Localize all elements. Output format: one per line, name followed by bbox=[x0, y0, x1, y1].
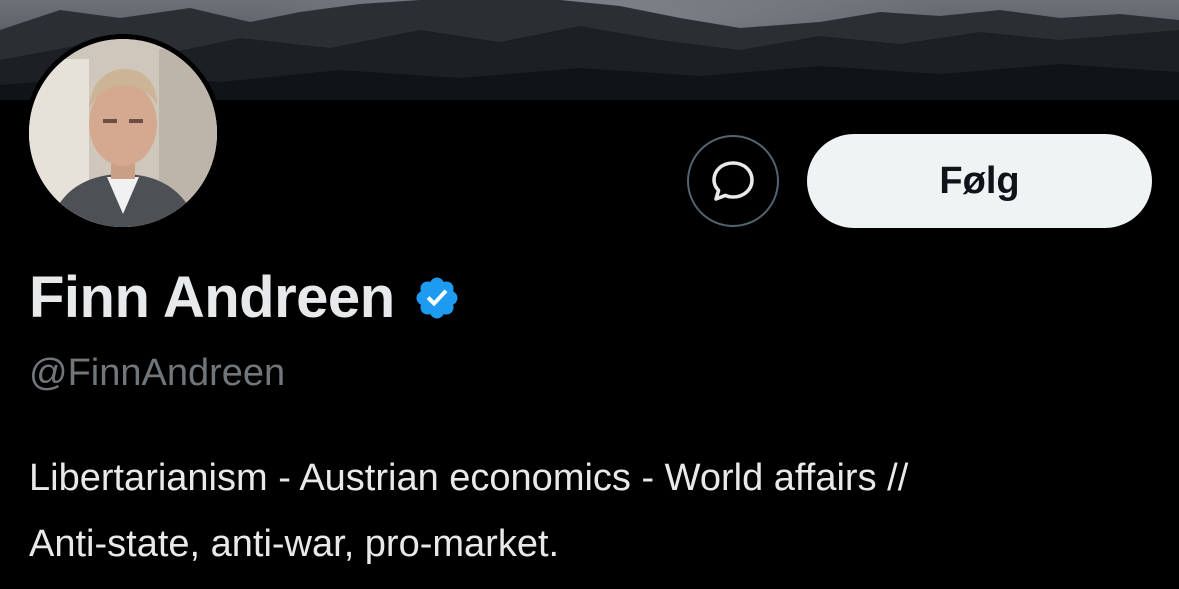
profile-handle: @FinnAndreen bbox=[29, 352, 286, 394]
profile-bio: Libertarianism - Austrian economics - Wo… bbox=[29, 445, 1149, 577]
bio-line: Libertarianism - Austrian economics - Wo… bbox=[29, 457, 909, 499]
message-button[interactable] bbox=[687, 135, 779, 227]
profile-name-row: Finn Andreen bbox=[29, 262, 461, 334]
verified-badge-icon[interactable] bbox=[413, 274, 461, 322]
follow-button-label: Følg bbox=[939, 159, 1020, 202]
bio-line: Anti-state, anti-war, pro-market. bbox=[29, 523, 560, 565]
message-bubble-icon bbox=[712, 161, 754, 201]
display-name: Finn Andreen bbox=[29, 265, 395, 330]
follow-button[interactable]: Følg bbox=[807, 134, 1152, 228]
avatar[interactable] bbox=[29, 39, 217, 227]
avatar-photo bbox=[29, 39, 217, 227]
